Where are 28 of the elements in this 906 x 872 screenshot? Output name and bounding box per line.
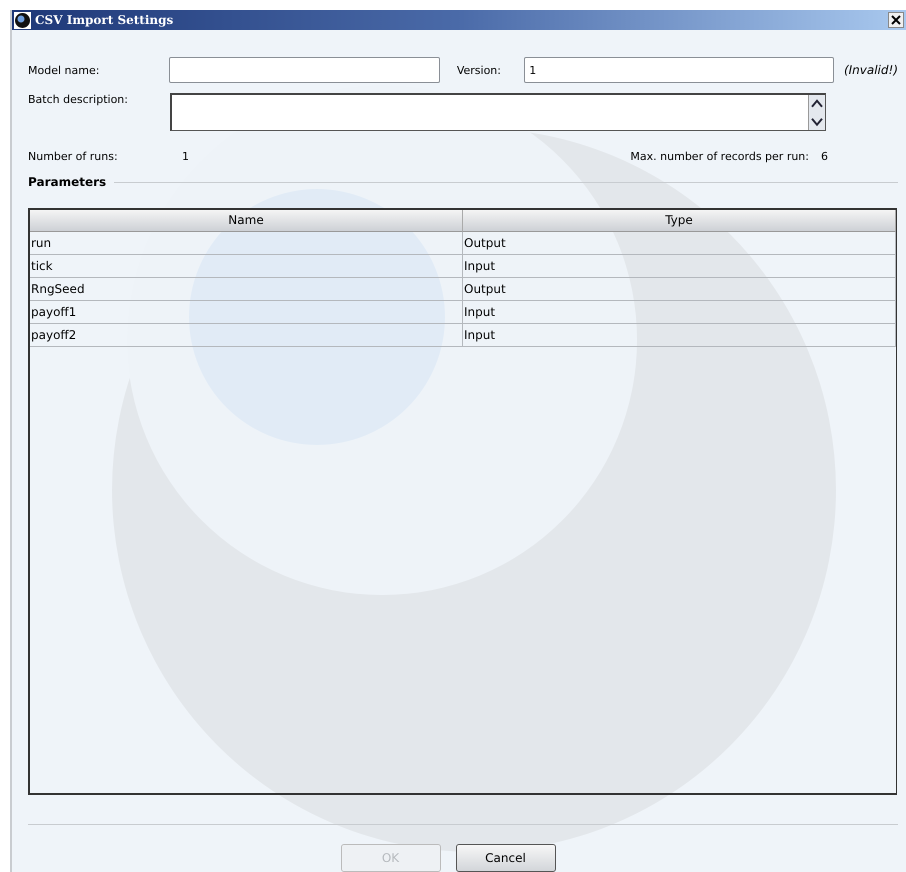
table-cell: payoff1: [30, 301, 463, 324]
table-cell: RngSeed: [30, 278, 463, 301]
field-label: Max. number of records per run:: [630, 150, 809, 163]
input-field[interactable]: [168, 57, 440, 83]
section-title: Parameters: [28, 175, 106, 189]
text-area[interactable]: [170, 93, 826, 131]
close-button[interactable]: [888, 12, 904, 28]
table-cell: tick: [30, 255, 463, 278]
table-cell: Output: [463, 232, 896, 255]
field-label: Batch description:: [28, 93, 129, 106]
column-header[interactable]: Name: [30, 210, 463, 232]
column-header[interactable]: Type: [463, 210, 896, 232]
field-value: 6: [821, 150, 828, 163]
app-logo-icon: [14, 12, 31, 28]
table-cell: Output: [463, 278, 896, 301]
field-value: 1: [182, 150, 189, 163]
table-cell: Input: [463, 324, 896, 347]
table-cell: Input: [463, 255, 896, 278]
window-title: CSV Import Settings: [35, 13, 174, 27]
field-label: Number of runs:: [28, 150, 119, 163]
table-cell: Input: [463, 301, 896, 324]
validation-message: (Invalid!): [844, 63, 898, 77]
input-field[interactable]: 1: [524, 57, 834, 83]
table-cell: payoff2: [30, 324, 463, 347]
table-cell: run: [30, 232, 463, 255]
field-label: Model name:: [28, 64, 100, 76]
dialog-button[interactable]: Cancel: [456, 844, 556, 872]
field-label: Version:: [456, 64, 502, 76]
